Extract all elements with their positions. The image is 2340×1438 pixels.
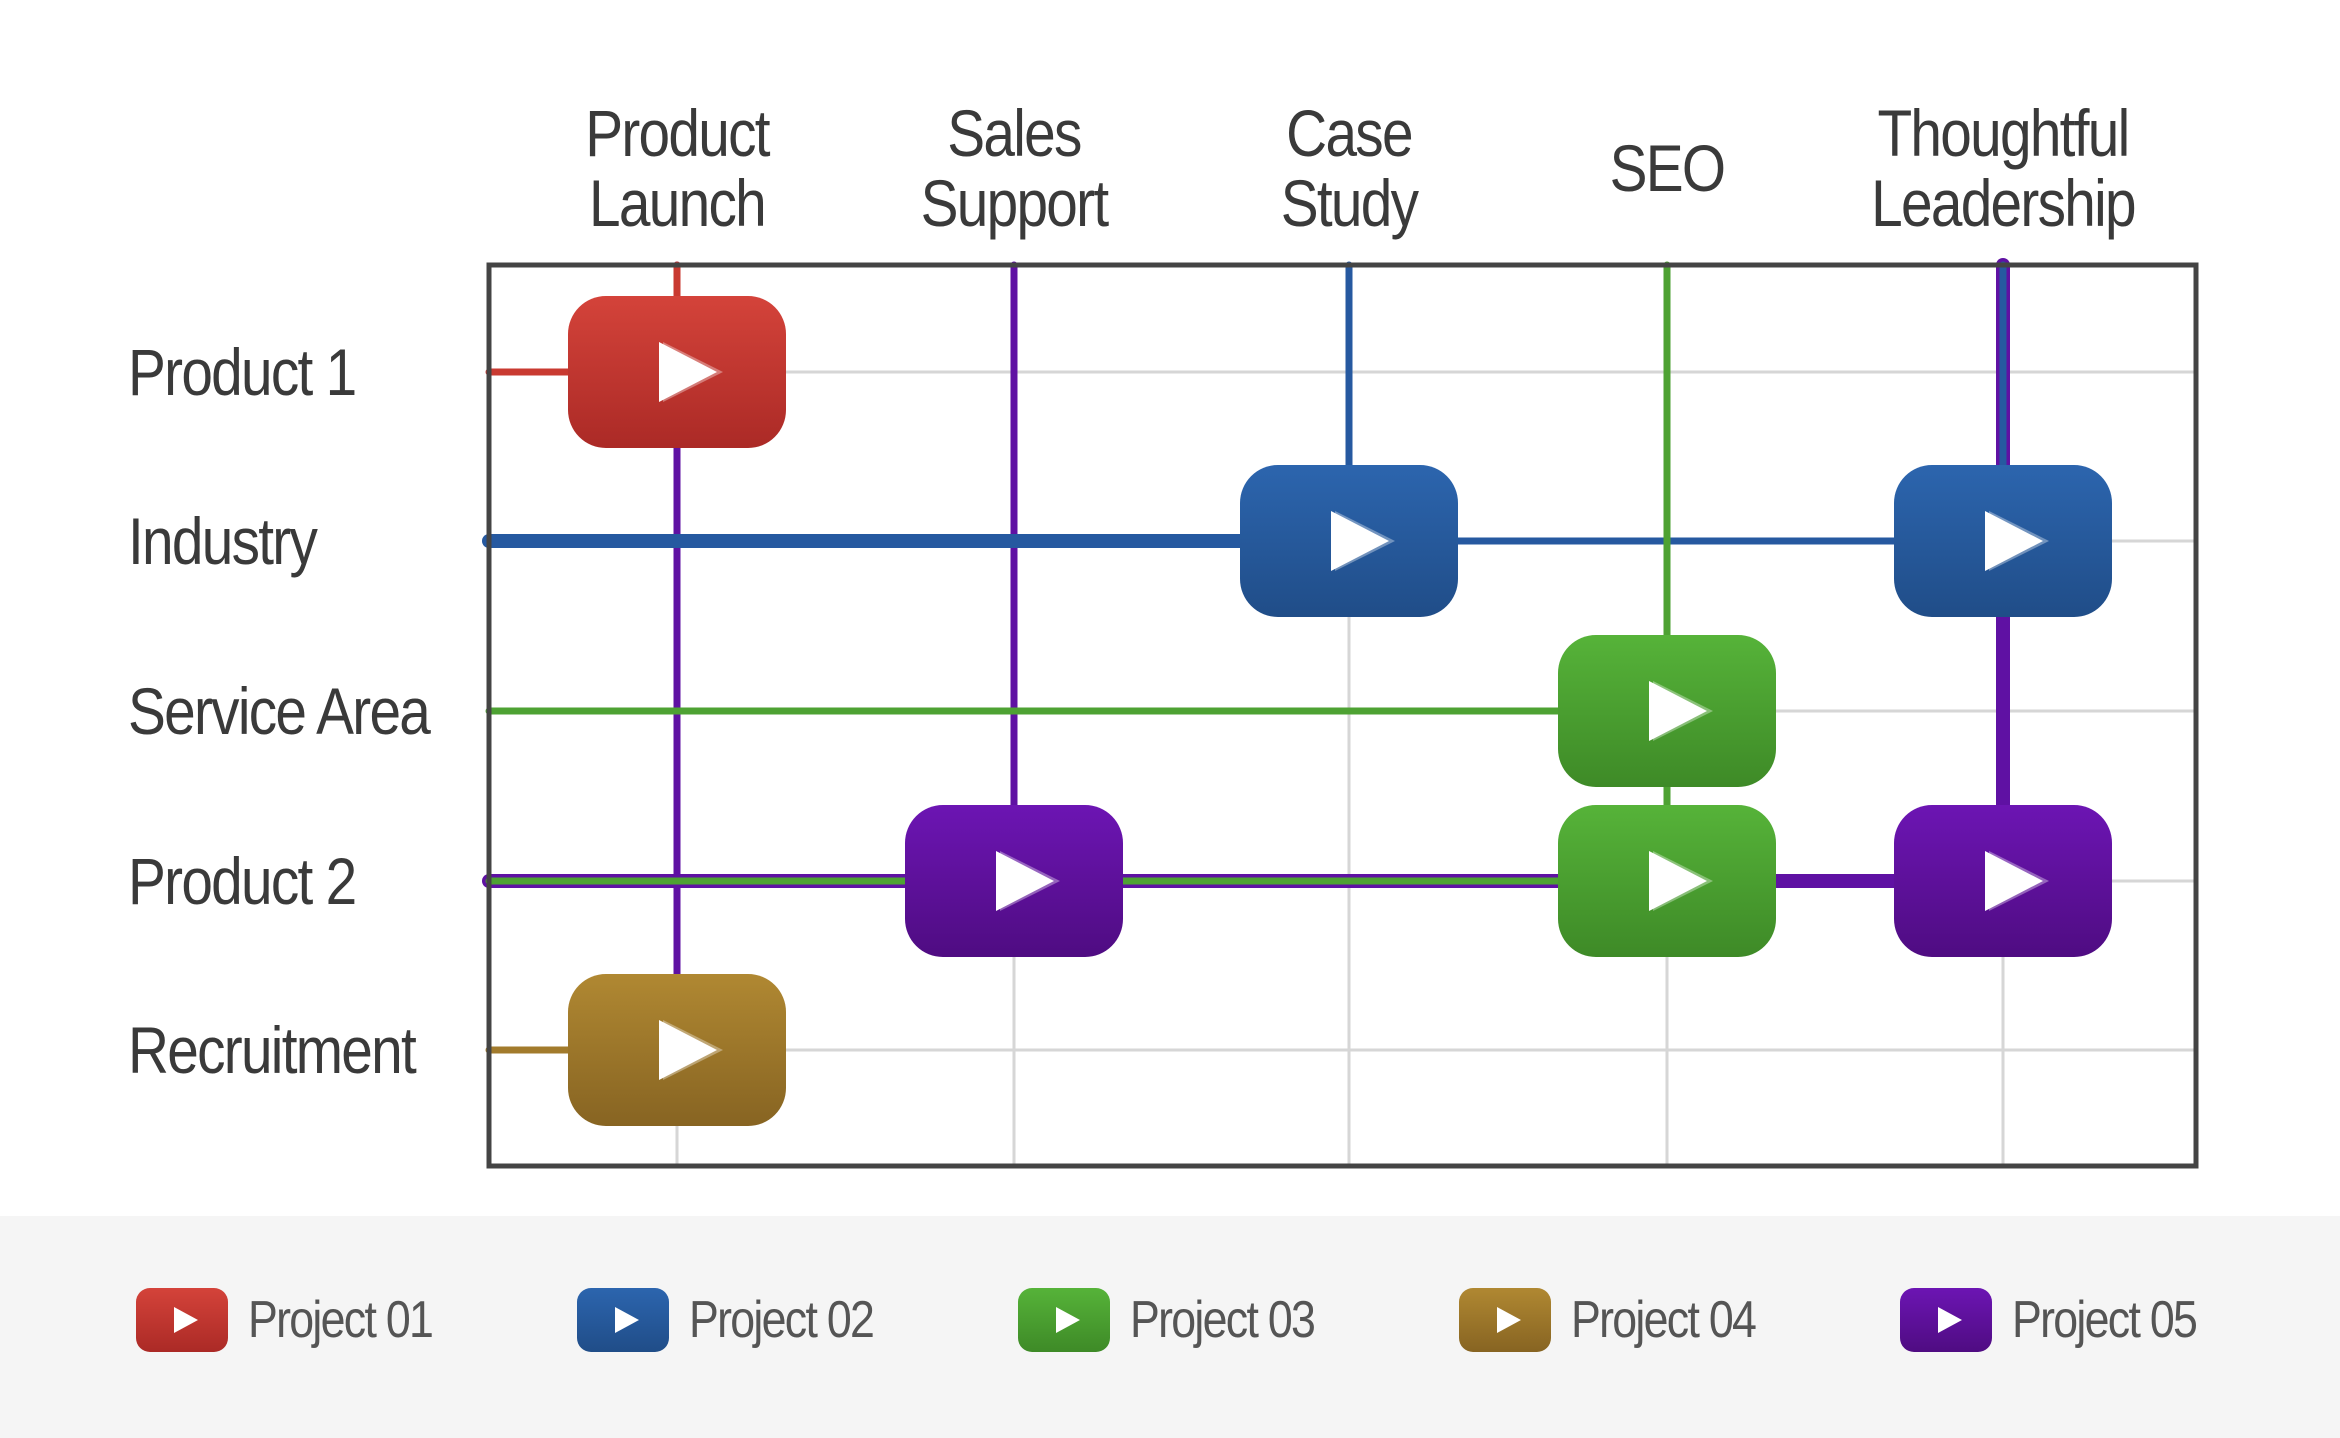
column-label-seo: SEO bbox=[1609, 131, 1726, 205]
legend-label: Project 05 bbox=[2012, 1291, 2198, 1349]
play-icon[interactable] bbox=[1558, 805, 1776, 957]
row-label-industry: Industry bbox=[128, 504, 318, 578]
play-icon[interactable] bbox=[905, 805, 1123, 957]
legend-label: Project 01 bbox=[248, 1291, 434, 1349]
legend-label: Project 02 bbox=[689, 1291, 875, 1349]
play-icon bbox=[577, 1288, 669, 1352]
play-icon[interactable] bbox=[1558, 635, 1776, 787]
play-icon bbox=[1459, 1288, 1551, 1352]
matrix-chart: Product Launch Sales Support Case Study … bbox=[0, 0, 2340, 1216]
legend-item-project-02[interactable]: Project 02 bbox=[577, 1288, 903, 1352]
legend-item-project-01[interactable]: Project 01 bbox=[136, 1288, 462, 1352]
column-label-thoughtful-leadership: Thoughtful Leadership bbox=[1871, 96, 2136, 240]
play-icon bbox=[136, 1288, 228, 1352]
legend: Project 01 Project 02 Project 03 Project… bbox=[0, 1216, 2340, 1438]
column-label-product-launch: Product Launch bbox=[585, 96, 770, 240]
legend-item-project-04[interactable]: Project 04 bbox=[1459, 1288, 1785, 1352]
column-label-sales-support: Sales Support bbox=[920, 96, 1109, 240]
legend-item-project-05[interactable]: Project 05 bbox=[1900, 1288, 2226, 1352]
row-label-product-1: Product 1 bbox=[128, 335, 357, 409]
play-icon[interactable] bbox=[1894, 465, 2112, 617]
row-label-recruitment: Recruitment bbox=[128, 1013, 417, 1087]
column-label-case-study: Case Study bbox=[1280, 96, 1419, 240]
play-icon[interactable] bbox=[568, 974, 786, 1126]
legend-item-project-03[interactable]: Project 03 bbox=[1018, 1288, 1344, 1352]
play-icon bbox=[1900, 1288, 1992, 1352]
play-icon[interactable] bbox=[1894, 805, 2112, 957]
play-icon[interactable] bbox=[568, 296, 786, 448]
play-icon[interactable] bbox=[1240, 465, 1458, 617]
legend-label: Project 03 bbox=[1130, 1291, 1316, 1349]
legend-label: Project 04 bbox=[1571, 1291, 1757, 1349]
row-label-product-2: Product 2 bbox=[128, 844, 357, 918]
play-icon bbox=[1018, 1288, 1110, 1352]
row-label-service-area: Service Area bbox=[128, 674, 431, 748]
